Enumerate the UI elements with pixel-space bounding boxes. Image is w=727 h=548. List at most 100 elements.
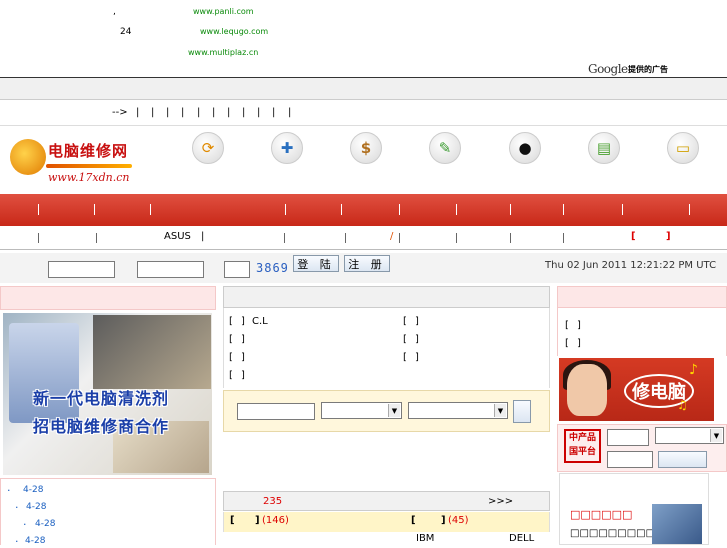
- hand-cloth-image: [93, 315, 211, 389]
- site-logo-url[interactable]: www.17xdn.cn: [48, 171, 130, 184]
- main-nav-separator: [38, 204, 39, 215]
- product-search-button[interactable]: [658, 451, 707, 468]
- nav-pipe: |: [288, 107, 292, 118]
- cleaning-agent-banner[interactable]: 新一代电脑清洗剂 招电脑维修商合作: [3, 313, 212, 475]
- sub-nav-separator: [38, 233, 39, 243]
- main-nav-separator: [510, 204, 511, 215]
- sub-nav-asus[interactable]: ASUS: [164, 231, 191, 242]
- site-logo-name[interactable]: 电脑维修网: [48, 140, 128, 161]
- category-count-45: (45): [448, 515, 469, 526]
- search-keyword-input[interactable]: [237, 403, 315, 420]
- music-note-icon: ♫: [677, 398, 688, 412]
- left-panel-header: [0, 286, 216, 310]
- nav-pipe: |: [257, 107, 261, 118]
- qq-penguin-icon[interactable]: ●: [509, 132, 541, 164]
- news-headline[interactable]: □□□□□□: [570, 508, 632, 521]
- money-bag-icon[interactable]: $: [350, 132, 382, 164]
- list-item-date[interactable]: 4-28: [35, 519, 55, 529]
- bracket-close: ]: [577, 338, 581, 349]
- bracket-close: ]: [415, 334, 419, 345]
- list-item-date[interactable]: 4-28: [26, 502, 46, 512]
- chevron-down-icon: ▼: [494, 404, 506, 417]
- main-nav-separator: [399, 204, 400, 215]
- sub-nav-separator: [399, 233, 400, 243]
- nav-pipe: |: [151, 107, 155, 118]
- breadcrumb-arrow: -->: [112, 107, 128, 118]
- search-panel: ▼ ▼: [223, 390, 550, 432]
- list-bullet: ·: [23, 518, 27, 531]
- bracket-open: [: [229, 352, 233, 363]
- bracket-close: ]: [441, 515, 446, 526]
- refresh-icon[interactable]: ⟳: [192, 132, 224, 164]
- main-nav-separator: [689, 204, 690, 215]
- ad-link-panli[interactable]: www.panli.com: [193, 7, 254, 16]
- list-bullet: ·: [15, 535, 19, 548]
- bracket-open: [: [565, 338, 569, 349]
- sub-nav-pipe: |: [201, 231, 205, 242]
- sub-nav-bracket-close: ]: [666, 231, 671, 242]
- password-input[interactable]: [137, 261, 204, 278]
- open-book-icon[interactable]: ▭: [667, 132, 699, 164]
- header-logo-area: 电脑维修网 www.17xdn.cn ⟳ ✚ $ ✎ ● ▤ ▭: [0, 126, 727, 194]
- puzzle-icon[interactable]: ✚: [271, 132, 303, 164]
- bracket-close: ]: [255, 515, 260, 526]
- login-bar: 3869 登 陆 注 册 Thu 02 Jun 2011 12:21:22 PM…: [0, 253, 727, 283]
- tools-icon[interactable]: ✎: [429, 132, 461, 164]
- nav-pipe: |: [212, 107, 216, 118]
- chevron-down-icon: ▼: [710, 429, 722, 442]
- register-button[interactable]: 注 册: [344, 255, 390, 272]
- china-product-platform-seal[interactable]: 中产品 国平台: [564, 429, 601, 463]
- captcha-input[interactable]: [224, 261, 250, 278]
- bracket-close: ]: [241, 370, 245, 381]
- banner-line-1: 新一代电脑清洗剂: [33, 389, 170, 408]
- ad-section: , www.panli.com 24 www.lequgo.com www.mu…: [0, 0, 727, 78]
- bracket-item-text[interactable]: C.L: [252, 316, 268, 327]
- logo-emblem-icon[interactable]: [10, 139, 46, 175]
- bracket-close: ]: [577, 320, 581, 331]
- login-button[interactable]: 登 陆: [293, 255, 339, 272]
- product-field-input[interactable]: [607, 451, 653, 468]
- product-category-select[interactable]: ▼: [655, 427, 724, 444]
- sub-nav-bar: ASUS | / [ ]: [0, 226, 727, 250]
- current-datetime: Thu 02 Jun 2011 12:21:22 PM UTC: [545, 260, 717, 271]
- books-icon[interactable]: ▤: [588, 132, 620, 164]
- bracket-close: ]: [241, 334, 245, 345]
- bracket-open: [: [411, 515, 416, 526]
- seal-text: 国平台: [568, 447, 596, 457]
- grey-spacer-bar: [0, 78, 727, 100]
- right-panel-header: [557, 286, 727, 308]
- bracket-open: [: [229, 334, 233, 345]
- nav-pipe: |: [242, 107, 246, 118]
- sub-nav-slash: /: [390, 231, 394, 242]
- category-select[interactable]: ▼: [321, 402, 402, 419]
- bracket-open: [: [565, 320, 569, 331]
- brand-ibm[interactable]: IBM: [416, 533, 434, 544]
- right-news-box: □□□□□□ □□□□□□□□□□□: [559, 473, 709, 545]
- logo-swoosh: [46, 164, 132, 168]
- more-link[interactable]: >>>: [488, 496, 513, 507]
- main-nav-separator: [341, 204, 342, 215]
- main-nav-separator: [622, 204, 623, 215]
- brand-dell[interactable]: DELL: [509, 533, 534, 544]
- search-button[interactable]: [513, 400, 531, 423]
- list-item-date[interactable]: 4-28: [23, 485, 43, 495]
- repair-computer-banner[interactable]: 修电脑 ♪ ♫: [559, 358, 714, 421]
- bracket-open: [: [403, 352, 407, 363]
- bracket-close: ]: [241, 316, 245, 327]
- bracket-open: [: [229, 316, 233, 327]
- nav-pipe: |: [227, 107, 231, 118]
- nav-pipe: |: [136, 107, 140, 118]
- main-nav-bar: [0, 194, 727, 226]
- bracket-close: ]: [415, 316, 419, 327]
- bracket-close: ]: [415, 352, 419, 363]
- product-search-input[interactable]: [607, 429, 649, 446]
- ad-link-multiplaz[interactable]: www.multiplaz.cn: [188, 48, 258, 57]
- sub-nav-separator: [96, 233, 97, 243]
- subcategory-select[interactable]: ▼: [408, 402, 508, 419]
- bracket-open: [: [229, 370, 233, 381]
- bracket-open: [: [403, 334, 407, 345]
- ad-link-lequgo[interactable]: www.lequgo.com: [200, 27, 268, 36]
- ad-number: 24: [120, 27, 132, 37]
- google-logo[interactable]: Google: [588, 62, 628, 76]
- username-input[interactable]: [48, 261, 115, 278]
